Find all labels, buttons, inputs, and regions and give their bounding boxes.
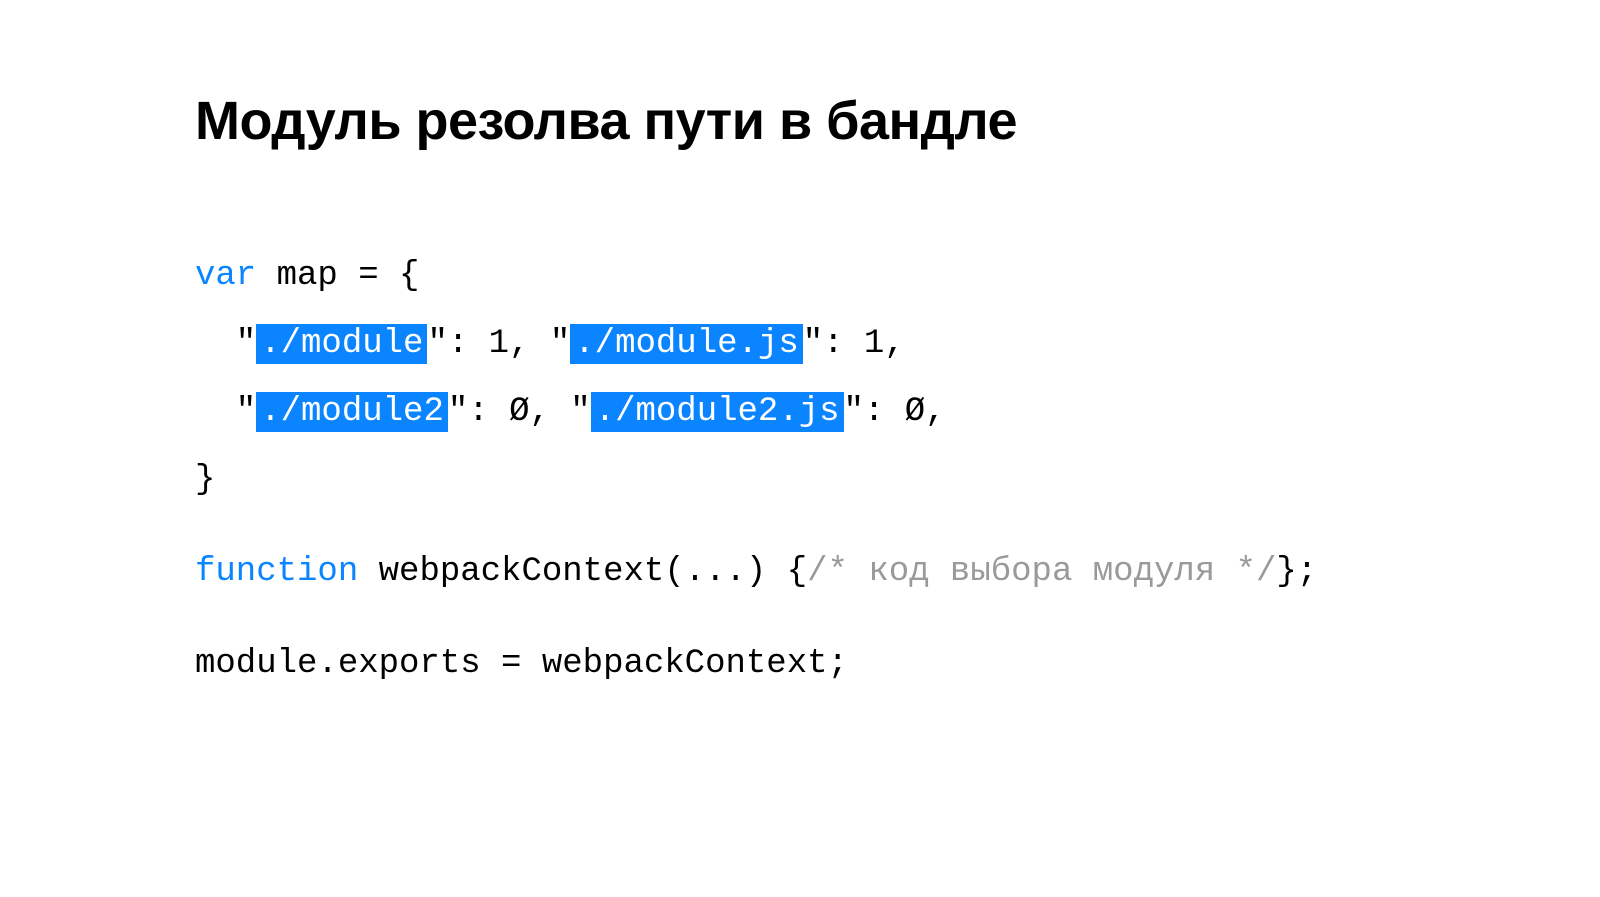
code-text: "	[195, 393, 256, 431]
code-line-3: "./module2": Ø, "./module2.js": Ø,	[195, 392, 946, 432]
slide-title: Модуль резолва пути в бандле	[195, 90, 1410, 152]
highlight-module2-js: ./module2.js	[591, 392, 844, 432]
keyword-var: var	[195, 257, 256, 295]
code-line-4: }	[195, 461, 215, 499]
code-text: ": 1,	[803, 325, 905, 363]
highlight-module-js: ./module.js	[570, 324, 802, 364]
code-text: map = {	[256, 257, 419, 295]
code-block: var map = { "./module": 1, "./module.js"…	[195, 242, 1410, 698]
code-text: };	[1276, 553, 1317, 591]
code-text: ": Ø, "	[448, 393, 591, 431]
code-line-2: "./module": 1, "./module.js": 1,	[195, 324, 905, 364]
highlight-module2: ./module2	[256, 392, 448, 432]
highlight-module: ./module	[256, 324, 427, 364]
code-line-5: function webpackContext(...) {/* код выб…	[195, 553, 1317, 591]
code-line-6: module.exports = webpackContext;	[195, 645, 848, 683]
slide-container: Модуль резолва пути в бандле var map = {…	[0, 0, 1600, 698]
code-text: webpackContext(...) {	[358, 553, 807, 591]
code-text: ": 1, "	[427, 325, 570, 363]
code-text: ": Ø,	[844, 393, 946, 431]
code-line-1: var map = {	[195, 257, 419, 295]
comment: /* код выбора модуля */	[807, 553, 1276, 591]
code-text: "	[195, 325, 256, 363]
keyword-function: function	[195, 553, 358, 591]
